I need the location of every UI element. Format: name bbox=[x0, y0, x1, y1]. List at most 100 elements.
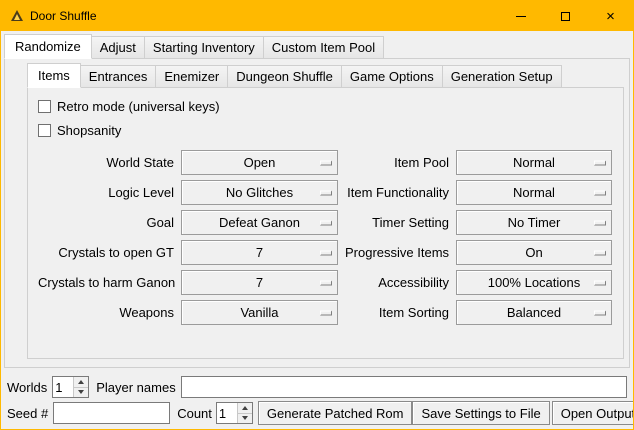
spin-up-button[interactable] bbox=[74, 377, 88, 387]
bottom-bar: Worlds Player names Seed # Count bbox=[1, 375, 633, 425]
tab-starting-inventory[interactable]: Starting Inventory bbox=[144, 36, 264, 59]
save-settings-button[interactable]: Save Settings to File bbox=[412, 401, 549, 425]
shopsanity-label: Shopsanity bbox=[57, 123, 121, 138]
generate-patched-rom-button[interactable]: Generate Patched Rom bbox=[258, 401, 413, 425]
maximize-icon bbox=[561, 12, 570, 21]
seed-label: Seed # bbox=[7, 406, 48, 421]
door-shuffle-window: Door Shuffle × Randomize Adjust Starting… bbox=[0, 0, 634, 430]
close-icon: × bbox=[606, 9, 615, 24]
world-state-dropdown[interactable]: Open bbox=[181, 150, 338, 175]
crystals-gt-label: Crystals to open GT bbox=[38, 245, 174, 260]
count-spinbox[interactable] bbox=[216, 402, 253, 424]
worlds-spinbox[interactable] bbox=[52, 376, 89, 398]
shopsanity-row[interactable]: Shopsanity bbox=[38, 118, 619, 142]
dropdown-indicator-icon bbox=[320, 160, 332, 165]
item-functionality-dropdown[interactable]: Normal bbox=[456, 180, 612, 205]
item-sorting-value: Balanced bbox=[507, 305, 561, 320]
dropdown-indicator-icon bbox=[594, 280, 606, 285]
maximize-button[interactable] bbox=[543, 1, 588, 31]
progressive-items-dropdown[interactable]: On bbox=[456, 240, 612, 265]
tab-custom-item-pool[interactable]: Custom Item Pool bbox=[263, 36, 384, 59]
item-functionality-value: Normal bbox=[513, 185, 555, 200]
goal-dropdown[interactable]: Defeat Ganon bbox=[181, 210, 338, 235]
player-names-input[interactable] bbox=[181, 376, 627, 398]
tab-adjust[interactable]: Adjust bbox=[91, 36, 145, 59]
sub-tabs: Items Entrances Enemizer Dungeon Shuffle… bbox=[5, 59, 629, 88]
player-names-label: Player names bbox=[96, 380, 175, 395]
goal-value: Defeat Ganon bbox=[219, 215, 300, 230]
item-sorting-label: Item Sorting bbox=[345, 305, 449, 320]
worlds-row: Worlds Player names bbox=[7, 375, 627, 399]
weapons-dropdown[interactable]: Vanilla bbox=[181, 300, 338, 325]
item-pool-label: Item Pool bbox=[345, 155, 449, 170]
count-spin-arrows bbox=[237, 403, 252, 423]
arrow-up-icon bbox=[78, 380, 84, 384]
window-title: Door Shuffle bbox=[30, 9, 97, 23]
world-state-label: World State bbox=[38, 155, 174, 170]
titlebar[interactable]: Door Shuffle × bbox=[1, 1, 633, 31]
tab-items[interactable]: Items bbox=[27, 63, 81, 88]
worlds-spin-arrows bbox=[73, 377, 88, 397]
dropdown-indicator-icon bbox=[594, 190, 606, 195]
close-button[interactable]: × bbox=[588, 1, 633, 31]
count-label: Count bbox=[177, 406, 212, 421]
minimize-button[interactable] bbox=[498, 1, 543, 31]
item-pool-dropdown[interactable]: Normal bbox=[456, 150, 612, 175]
accessibility-label: Accessibility bbox=[345, 275, 449, 290]
weapons-value: Vanilla bbox=[240, 305, 278, 320]
open-output-directory-button[interactable]: Open Output Directory bbox=[552, 401, 634, 425]
arrow-up-icon bbox=[242, 406, 248, 410]
count-input[interactable] bbox=[217, 403, 237, 423]
shopsanity-checkbox[interactable] bbox=[38, 124, 51, 137]
retro-mode-label: Retro mode (universal keys) bbox=[57, 99, 220, 114]
main-tabs: Randomize Adjust Starting Inventory Cust… bbox=[1, 31, 633, 59]
item-pool-value: Normal bbox=[513, 155, 555, 170]
crystals-gt-dropdown[interactable]: 7 bbox=[181, 240, 338, 265]
world-state-value: Open bbox=[244, 155, 276, 170]
randomize-pane: Items Entrances Enemizer Dungeon Shuffle… bbox=[4, 58, 630, 368]
dropdown-indicator-icon bbox=[320, 250, 332, 255]
seed-input[interactable] bbox=[53, 402, 170, 424]
item-functionality-label: Item Functionality bbox=[345, 185, 449, 200]
tab-enemizer[interactable]: Enemizer bbox=[155, 65, 228, 88]
timer-setting-label: Timer Setting bbox=[345, 215, 449, 230]
timer-setting-value: No Timer bbox=[508, 215, 561, 230]
tab-dungeon-shuffle[interactable]: Dungeon Shuffle bbox=[227, 65, 342, 88]
logic-level-value: No Glitches bbox=[226, 185, 293, 200]
crystals-ganon-label: Crystals to harm Ganon bbox=[38, 275, 174, 290]
accessibility-dropdown[interactable]: 100% Locations bbox=[456, 270, 612, 295]
tab-entrances[interactable]: Entrances bbox=[80, 65, 157, 88]
logic-level-label: Logic Level bbox=[38, 185, 174, 200]
timer-setting-dropdown[interactable]: No Timer bbox=[456, 210, 612, 235]
accessibility-value: 100% Locations bbox=[488, 275, 581, 290]
progressive-items-label: Progressive Items bbox=[345, 245, 449, 260]
worlds-label: Worlds bbox=[7, 380, 47, 395]
dropdown-indicator-icon bbox=[320, 310, 332, 315]
crystals-ganon-value: 7 bbox=[256, 275, 263, 290]
crystals-gt-value: 7 bbox=[256, 245, 263, 260]
spin-down-button[interactable] bbox=[74, 387, 88, 398]
arrow-down-icon bbox=[78, 390, 84, 394]
arrow-down-icon bbox=[242, 416, 248, 420]
item-sorting-dropdown[interactable]: Balanced bbox=[456, 300, 612, 325]
items-pane: Retro mode (universal keys) Shopsanity W… bbox=[27, 87, 624, 359]
dropdown-indicator-icon bbox=[594, 220, 606, 225]
spin-down-button[interactable] bbox=[238, 413, 252, 424]
retro-mode-row[interactable]: Retro mode (universal keys) bbox=[38, 94, 619, 118]
seed-row: Seed # Count Generate Patched Rom Save S… bbox=[7, 401, 627, 425]
options-grid: World State Open Item Pool Normal Logic … bbox=[38, 150, 619, 325]
tab-randomize[interactable]: Randomize bbox=[4, 34, 92, 59]
logic-level-dropdown[interactable]: No Glitches bbox=[181, 180, 338, 205]
dropdown-indicator-icon bbox=[320, 190, 332, 195]
tab-game-options[interactable]: Game Options bbox=[341, 65, 443, 88]
dropdown-indicator-icon bbox=[594, 250, 606, 255]
worlds-input[interactable] bbox=[53, 377, 73, 397]
minimize-icon bbox=[516, 16, 526, 17]
weapons-label: Weapons bbox=[38, 305, 174, 320]
crystals-ganon-dropdown[interactable]: 7 bbox=[181, 270, 338, 295]
spin-up-button[interactable] bbox=[238, 403, 252, 413]
retro-mode-checkbox[interactable] bbox=[38, 100, 51, 113]
app-icon bbox=[9, 8, 25, 24]
dropdown-indicator-icon bbox=[594, 160, 606, 165]
tab-generation-setup[interactable]: Generation Setup bbox=[442, 65, 562, 88]
